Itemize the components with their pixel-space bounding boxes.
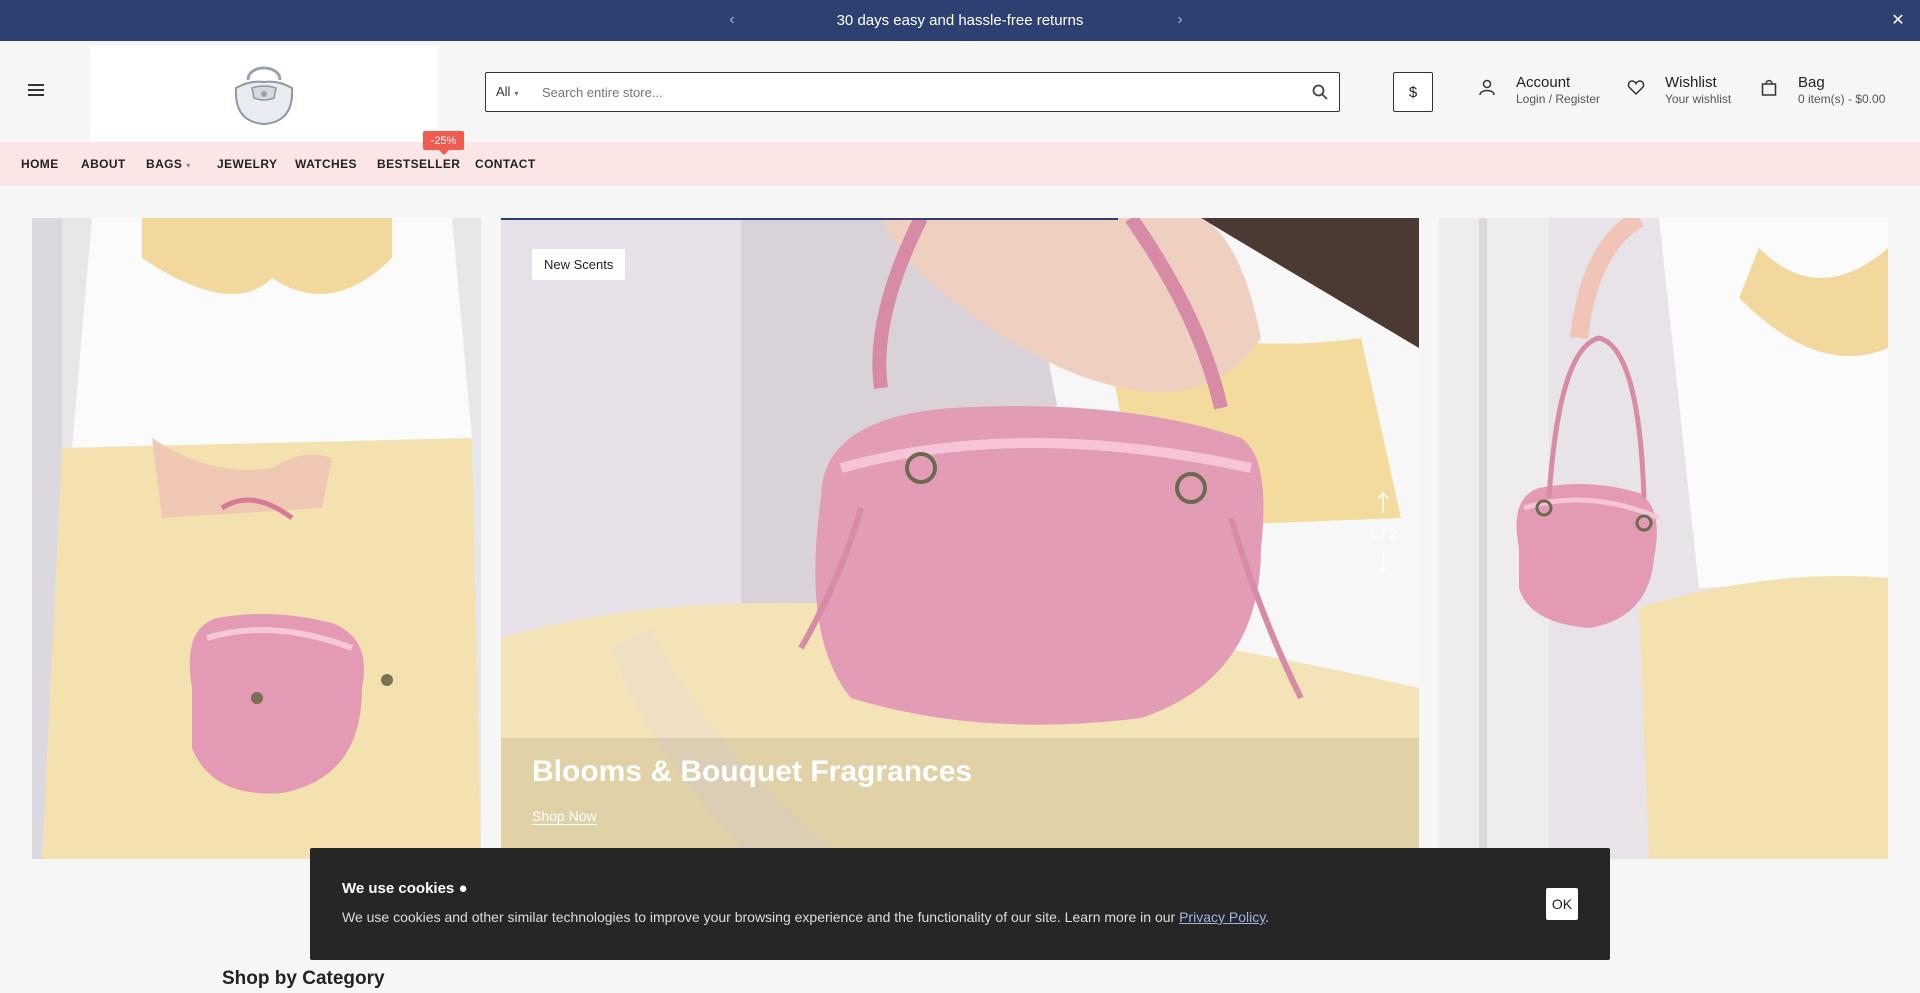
shop-now-link[interactable]: Shop Now [532,808,597,825]
slide-image-left [32,218,481,859]
account-link[interactable]: Account Login / Register [1478,74,1600,107]
slide-pager: 1 / 2 [1368,490,1398,576]
menu-icon[interactable] [28,81,44,101]
cookie-message: We use cookies and other similar technol… [342,909,1270,925]
search-bar: All ▾ [485,72,1340,112]
slide-title: Blooms & Bouquet Fragrances [532,755,973,788]
cookie-banner: We use cookies ● We use cookies and othe… [310,848,1610,960]
nav-item-bestseller[interactable]: BESTSELLER [377,157,460,171]
chevron-down-icon: ▾ [514,89,519,98]
announcement-close-button[interactable]: ✕ [1888,10,1908,30]
bag-title: Bag [1798,74,1825,91]
wishlist-link[interactable]: Wishlist Your wishlist [1627,74,1731,107]
nav-item-about[interactable]: ABOUT [81,157,126,171]
main-nav: HOME ABOUT BAGS ▾ JEWELRY WATCHES BESTSEL… [0,142,1920,186]
chevron-down-icon: ▾ [186,161,191,170]
shopping-bag-icon [1760,78,1778,96]
privacy-policy-link[interactable]: Privacy Policy [1179,909,1265,925]
slide-tag: New Scents [532,249,626,280]
user-icon [1478,78,1496,96]
close-icon: ✕ [1891,12,1905,29]
account-subtitle: Login / Register [1516,92,1601,106]
slide-counter: 1 / 2 [1369,525,1397,541]
sale-badge: -25% [423,131,464,155]
currency-button[interactable]: $ [1393,72,1433,112]
wishlist-subtitle: Your wishlist [1665,92,1732,106]
slide-preview-left[interactable] [32,218,481,859]
bag-summary: 0 item(s) - $0.00 [1798,92,1886,106]
slide-main [501,218,1419,848]
slide-prev-button[interactable] [1368,490,1398,516]
section-title-shop-by-category: Shop by Category [222,968,385,989]
nav-item-home[interactable]: HOME [21,157,59,171]
slide-next-button[interactable] [1368,550,1398,576]
announcement-message: 30 days easy and hassle-free returns [836,12,1084,29]
slide-image-right [1439,218,1888,859]
cookie-icon: ● [458,880,468,897]
chevron-right-icon: › [1177,11,1183,28]
search-category-select[interactable]: All ▾ [496,84,518,99]
cookie-ok-button[interactable]: OK [1546,888,1578,920]
cookie-title: We use cookies ● [342,880,468,897]
site-logo[interactable] [90,46,437,142]
announcement-bar: ‹ 30 days easy and hassle-free returns ›… [0,0,1920,41]
arrow-down-icon [1377,553,1389,574]
nav-item-watches[interactable]: WATCHES [295,157,357,171]
slide-image-main [501,218,1419,848]
account-title: Account [1516,74,1571,91]
arrow-up-icon [1377,492,1389,513]
site-header: All▾ $ Account Login / Register Wishlist… [0,41,1920,142]
announcement-next-button[interactable]: › [1170,10,1190,30]
wishlist-title: Wishlist [1665,74,1717,91]
nav-item-bags[interactable]: BAGS ▾ [146,157,191,171]
bag-link[interactable]: Bag 0 item(s) - $0.00 [1760,74,1885,107]
slide-preview-right[interactable] [1439,218,1888,859]
slide-progress-bar [501,218,1118,220]
bag-logo-icon [234,66,293,126]
nav-item-contact[interactable]: CONTACT [475,157,536,171]
heart-icon [1627,78,1645,96]
nav-item-jewelry[interactable]: JEWELRY [217,157,277,171]
search-input[interactable] [542,79,1282,105]
search-icon[interactable] [1311,83,1329,101]
